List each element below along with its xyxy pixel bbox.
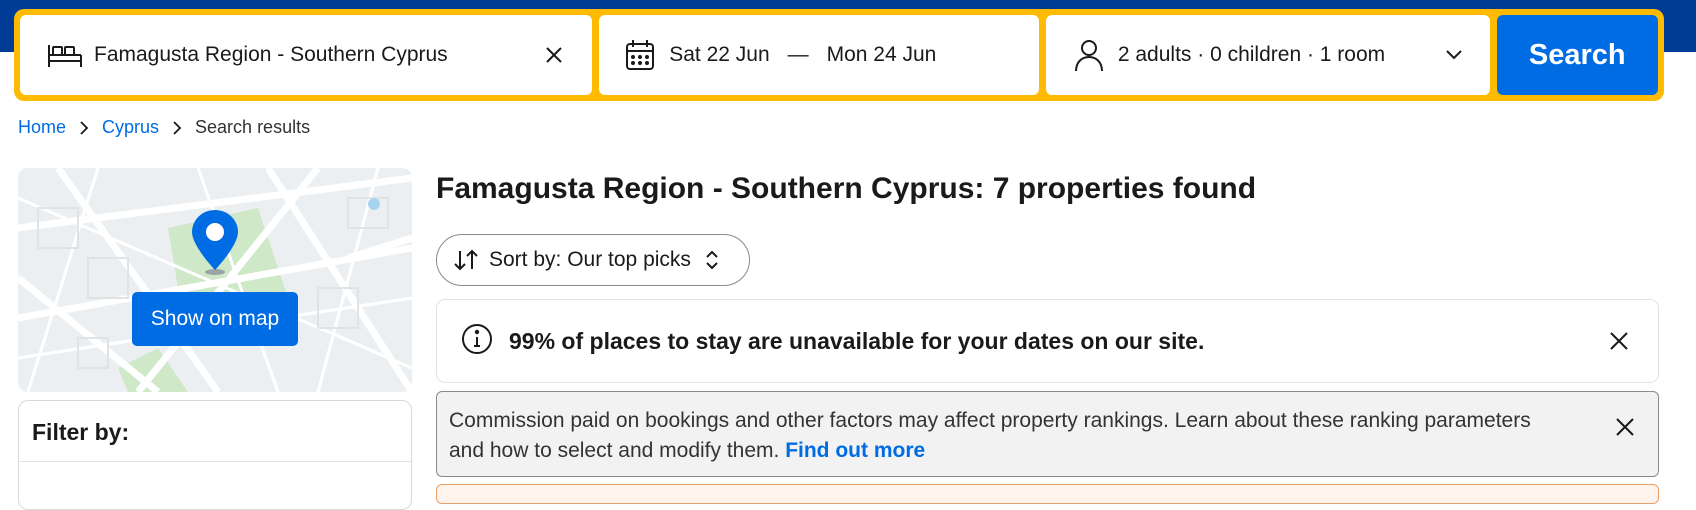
alert-banner (436, 484, 1659, 504)
checkin-date[interactable]: Sat 22 Jun (669, 43, 769, 67)
sort-button[interactable]: Sort by: Our top picks (436, 234, 750, 286)
person-icon (1070, 38, 1108, 72)
availability-notice: 99% of places to stay are unavailable fo… (436, 299, 1659, 383)
destination-value[interactable]: Famagusta Region - Southern Cyprus (94, 43, 540, 67)
bed-icon (46, 38, 84, 72)
close-icon[interactable] (540, 41, 568, 69)
info-icon (461, 323, 493, 360)
chevron-right-icon (74, 118, 94, 138)
filter-panel: Filter by: (18, 400, 412, 510)
occupancy-field[interactable]: 2 adults · 0 children · 1 room (1045, 15, 1490, 95)
map-pin-icon (190, 208, 240, 276)
show-on-map-button[interactable]: Show on map (132, 292, 298, 346)
notice-text: 99% of places to stay are unavailable fo… (509, 327, 1205, 354)
search-bar: Famagusta Region - Southern Cyprus Sat 2… (14, 9, 1664, 101)
search-button[interactable]: Search (1496, 15, 1658, 95)
chevron-down-icon[interactable] (1440, 41, 1468, 69)
find-out-more-link[interactable]: Find out more (785, 439, 925, 462)
close-icon[interactable] (1610, 412, 1640, 442)
breadcrumb: Home Cyprus Search results (18, 117, 310, 138)
destination-field[interactable]: Famagusta Region - Southern Cyprus (20, 15, 593, 95)
occupancy-value[interactable]: 2 adults · 0 children · 1 room (1118, 43, 1440, 67)
close-icon[interactable] (1604, 326, 1634, 356)
filter-title: Filter by: (32, 419, 130, 445)
calendar-icon (621, 38, 659, 72)
sort-label: Sort by: Our top picks (489, 248, 691, 271)
checkout-date[interactable]: Mon 24 Jun (827, 43, 937, 67)
commission-body: Commission paid on bookings and other fa… (449, 409, 1531, 462)
sort-arrows-icon (453, 249, 479, 271)
results-title: Famagusta Region - Southern Cyprus: 7 pr… (436, 172, 1257, 205)
dates-field[interactable]: Sat 22 Jun — Mon 24 Jun (599, 15, 1039, 95)
chevron-up-down-icon (705, 250, 719, 270)
breadcrumb-home[interactable]: Home (18, 117, 66, 138)
breadcrumb-cyprus[interactable]: Cyprus (102, 117, 159, 138)
date-separator: — (787, 43, 809, 66)
commission-disclaimer: Commission paid on bookings and other fa… (436, 391, 1659, 477)
breadcrumb-current: Search results (195, 117, 311, 137)
map-background (18, 168, 412, 392)
map-preview[interactable]: Show on map (18, 168, 412, 392)
chevron-right-icon (167, 118, 187, 138)
commission-text: Commission paid on bookings and other fa… (449, 406, 1610, 476)
filter-divider (19, 461, 411, 462)
